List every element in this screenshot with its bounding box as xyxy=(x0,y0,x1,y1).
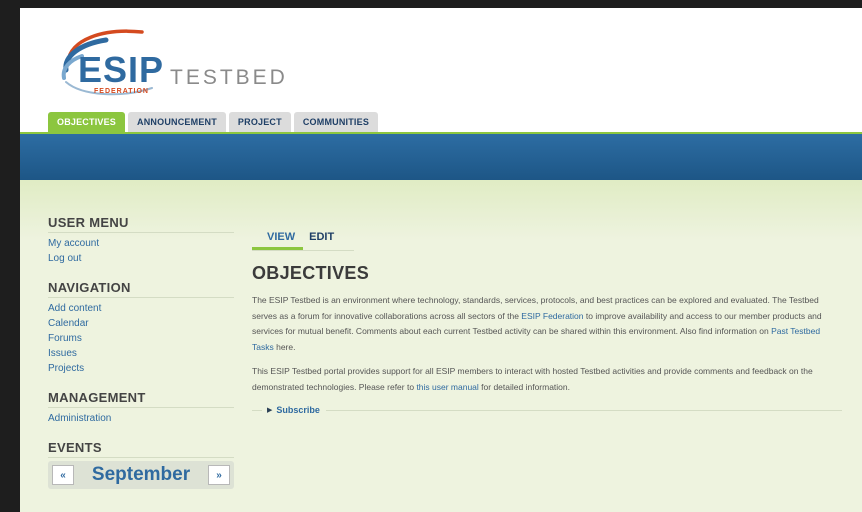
subscribe-toggle[interactable]: Subscribe xyxy=(276,405,320,415)
para2-text-2: for detailed information. xyxy=(478,381,571,392)
management-title: MANAGEMENT xyxy=(48,390,234,408)
tab-edit[interactable]: EDIT xyxy=(303,228,342,250)
header-bar xyxy=(20,134,862,180)
calendar-month: September xyxy=(91,464,191,485)
page-title: OBJECTIVES xyxy=(252,263,370,283)
logo-federation-text: FEDERATION xyxy=(94,88,149,95)
events-block: EVENTS « September » xyxy=(48,440,234,489)
subscribe-fieldset: ▶ Subscribe xyxy=(252,403,842,417)
add-content-link[interactable]: Add content xyxy=(48,301,234,316)
calendar-next-button[interactable]: » xyxy=(208,465,230,485)
primary-tabs: OBJECTIVES ANNOUNCEMENT PROJECT COMMUNIT… xyxy=(48,112,379,134)
calendar-prev-button[interactable]: « xyxy=(52,465,74,485)
tab-view[interactable]: VIEW xyxy=(252,228,304,250)
esip-federation-link[interactable]: ESIP Federation xyxy=(521,311,583,321)
local-tabs: VIEW EDIT xyxy=(252,228,354,251)
logo-testbed-text: TESTBED xyxy=(170,66,288,89)
triangle-right-icon[interactable]: ▶ xyxy=(267,406,272,414)
window-top-edge xyxy=(0,0,862,8)
site-logo[interactable]: ESIP FEDERATION TESTBED xyxy=(52,22,312,102)
my-account-link[interactable]: My account xyxy=(48,236,234,251)
logo-esip-text: ESIP xyxy=(78,49,165,90)
forums-link[interactable]: Forums xyxy=(48,331,234,346)
calendar-link[interactable]: Calendar xyxy=(48,316,234,331)
user-menu-block: USER MENU My account Log out xyxy=(48,215,234,266)
main-content: VIEW EDIT OBJECTIVES The ESIP Testbed is… xyxy=(252,228,842,417)
tab-objectives[interactable]: OBJECTIVES xyxy=(48,112,126,133)
user-manual-link[interactable]: this user manual xyxy=(416,382,478,392)
events-title: EVENTS xyxy=(48,440,234,458)
objectives-paragraph-2: This ESIP Testbed portal provides suppor… xyxy=(252,364,842,395)
tab-communities[interactable]: COMMUNITIES xyxy=(293,112,379,133)
para1-text-3: here. xyxy=(273,341,296,352)
projects-link[interactable]: Projects xyxy=(48,361,234,376)
log-out-link[interactable]: Log out xyxy=(48,251,234,266)
navigation-title: NAVIGATION xyxy=(48,280,234,298)
navigation-block: NAVIGATION Add content Calendar Forums I… xyxy=(48,280,234,376)
sidebar: USER MENU My account Log out NAVIGATION … xyxy=(48,215,234,489)
administration-link[interactable]: Administration xyxy=(48,411,234,426)
site-header: ESIP FEDERATION TESTBED OBJECTIVES ANNOU… xyxy=(20,8,862,133)
objectives-paragraph-1: The ESIP Testbed is an environment where… xyxy=(252,293,842,355)
management-block: MANAGEMENT Administration xyxy=(48,390,234,426)
calendar-nav: « September » xyxy=(48,461,234,489)
window-left-edge xyxy=(0,0,20,512)
subscribe-rule-left xyxy=(252,409,262,411)
subscribe-rule-right xyxy=(325,409,842,411)
tab-project[interactable]: PROJECT xyxy=(228,112,291,133)
user-menu-title: USER MENU xyxy=(48,215,234,233)
page: ESIP FEDERATION TESTBED OBJECTIVES ANNOU… xyxy=(20,8,862,512)
issues-link[interactable]: Issues xyxy=(48,346,234,361)
tab-announcement[interactable]: ANNOUNCEMENT xyxy=(128,112,226,133)
